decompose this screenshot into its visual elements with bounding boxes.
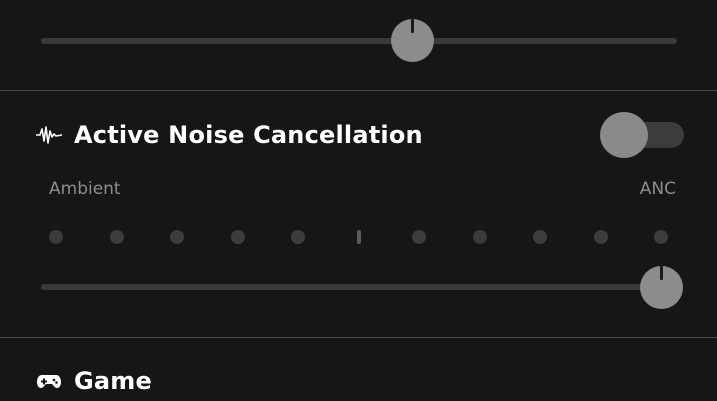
waveform-icon (36, 124, 62, 146)
anc-header: Active Noise Cancellation (36, 120, 423, 150)
anc-step-dot (291, 230, 305, 244)
section-divider (0, 337, 717, 338)
anc-step-dot (230, 230, 245, 244)
anc-step-dot (412, 230, 426, 244)
anc-slider-knob[interactable] (639, 266, 683, 309)
anc-step-dot (109, 230, 124, 244)
anc-label: ANC (639, 179, 676, 199)
anc-center-marker (356, 230, 361, 244)
game-header: Game (36, 366, 152, 396)
anc-step-dots (0, 229, 717, 245)
anc-step-dot (49, 230, 63, 244)
anc-slider-track[interactable] (41, 284, 677, 290)
anc-toggle-thumb (600, 112, 648, 158)
anc-step-dot (472, 230, 487, 244)
top-slider-track[interactable] (41, 38, 677, 44)
anc-step-dot (533, 230, 547, 244)
game-title: Game (74, 367, 152, 395)
anc-toggle[interactable] (600, 112, 684, 158)
audio-settings-panel: Active Noise Cancellation Ambient ANC Ga… (0, 0, 717, 401)
top-slider-knob-tick (411, 19, 415, 33)
section-divider (0, 90, 717, 91)
anc-step-dot (654, 230, 668, 244)
anc-step-dot (170, 230, 184, 244)
gamepad-icon (36, 370, 62, 392)
ambient-label: Ambient (49, 179, 121, 199)
anc-slider-knob-tick (659, 266, 663, 280)
anc-title: Active Noise Cancellation (74, 121, 423, 149)
top-slider-knob[interactable] (391, 19, 435, 62)
anc-step-dot (593, 230, 608, 244)
